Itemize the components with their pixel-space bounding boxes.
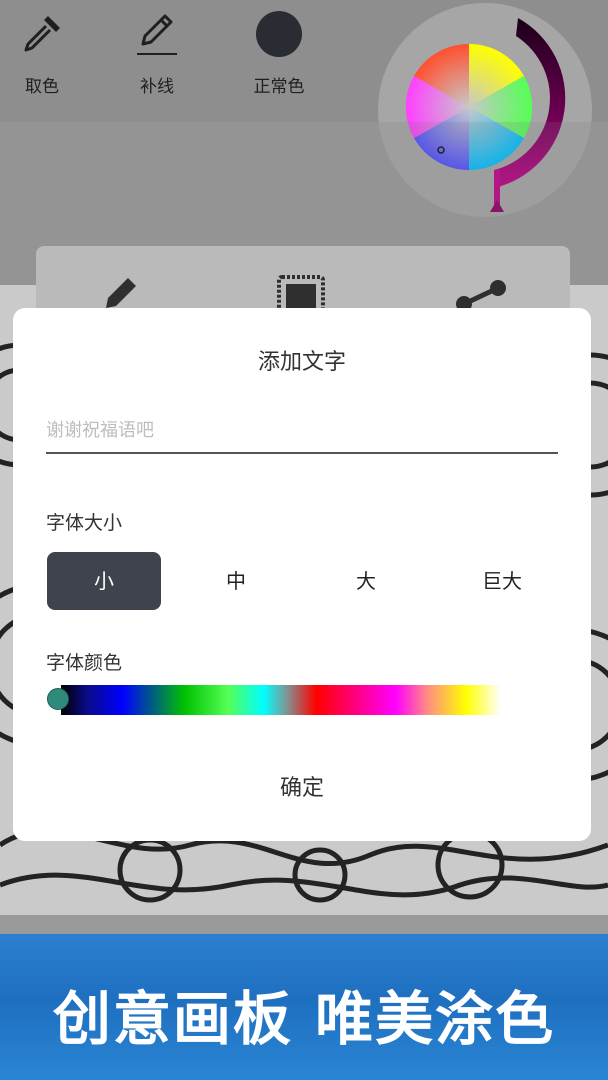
filled-circle-icon <box>256 11 302 57</box>
dialog-title: 添加文字 <box>257 350 346 375</box>
patch-line-tool[interactable]: 补线 <box>112 10 202 97</box>
size-option-huge[interactable]: 巨大 <box>445 552 559 610</box>
color-spectrum-slider[interactable] <box>61 685 501 715</box>
eyedropper-label: 取色 <box>25 77 59 97</box>
font-size-label: 字体大小 <box>46 512 123 534</box>
eyedropper-icon <box>24 16 60 52</box>
normal-color-label: 正常色 <box>253 77 305 97</box>
text-input[interactable] <box>46 408 558 454</box>
confirm-button[interactable]: 确定 <box>13 770 591 802</box>
eyedropper-tool[interactable]: 取色 <box>0 10 87 97</box>
add-text-dialog: 添加文字 字体大小 小 中 大 巨大 字体颜色 确定 <box>13 308 591 841</box>
patch-line-label: 补线 <box>140 77 174 97</box>
color-slider-thumb[interactable] <box>47 688 69 710</box>
promo-banner: 创意画板 唯美涂色 <box>0 934 608 1080</box>
size-option-medium[interactable]: 中 <box>179 552 293 610</box>
banner-text: 创意画板 唯美涂色 <box>52 985 556 1053</box>
size-option-large[interactable]: 大 <box>309 552 423 610</box>
font-color-label: 字体颜色 <box>46 652 123 674</box>
pencil-icon <box>137 14 177 55</box>
size-option-small[interactable]: 小 <box>47 552 161 610</box>
normal-color-tool[interactable]: 正常色 <box>234 10 324 97</box>
